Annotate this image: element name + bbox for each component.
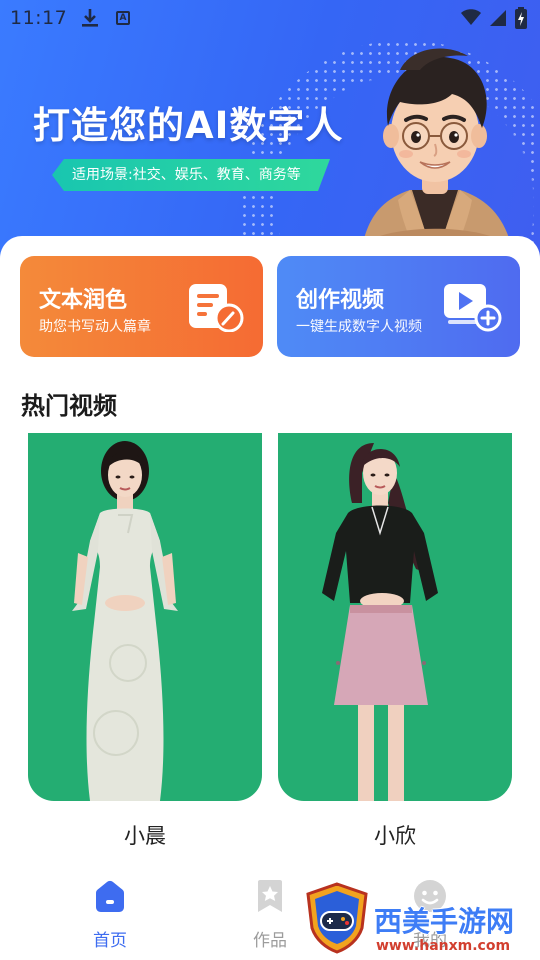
text-polish-subtitle: 助您书写动人篇章 [39, 319, 151, 335]
watermark-text: 西美手游网 [374, 905, 515, 938]
hero-banner[interactable]: 打造您的AI数字人 适用场景:社交、娱乐、教育、商务等 [0, 0, 540, 262]
status-right-icons [460, 6, 528, 30]
avatar-figure-xiaoxin [322, 443, 438, 801]
tab-home-label: 首页 [93, 931, 127, 951]
tab-works[interactable]: 作品 [230, 878, 310, 951]
text-polish-card[interactable]: 文本润色 助您书写动人篇章 [20, 256, 263, 357]
video-name-xiaochen: 小晨 [124, 824, 166, 848]
home-icon [96, 880, 124, 912]
tab-home[interactable]: 首页 [70, 878, 150, 951]
watermark-url: www.hanxm.com [376, 938, 511, 954]
star-bookmark-icon [258, 880, 282, 912]
cell-signal-icon [490, 10, 506, 26]
create-video-subtitle: 一键生成数字人视频 [296, 319, 422, 335]
digital-human-avatar-illustration [360, 48, 515, 262]
video-card-xiaoxin[interactable] [278, 433, 512, 801]
tab-works-label: 作品 [253, 931, 287, 951]
status-bar: 11:17 A [0, 0, 540, 36]
create-video-card[interactable]: 创作视频 一键生成数字人视频 [277, 256, 520, 357]
wifi-icon [461, 9, 481, 25]
watermark-shield-logo [306, 882, 368, 954]
create-video-title: 创作视频 [296, 288, 385, 313]
battery-charging-icon [515, 7, 527, 29]
site-watermark: 西美手游网 www.hanxm.com [302, 880, 538, 958]
video-add-icon [444, 284, 502, 332]
avatar-figure-xiaochen [72, 441, 178, 801]
video-card-xiaochen[interactable] [28, 433, 262, 801]
hot-videos-heading: 热门视频 [21, 392, 117, 420]
video-name-xiaoxin: 小欣 [374, 824, 416, 848]
download-icon [82, 9, 98, 27]
document-edit-icon [189, 284, 244, 332]
accessibility-a-icon: A [116, 11, 130, 25]
banner-title: 打造您的AI数字人 [33, 104, 344, 147]
banner-scenario-tag: 适用场景:社交、娱乐、教育、商务等 [52, 159, 330, 191]
text-polish-title: 文本润色 [39, 288, 128, 313]
status-time: 11:17 [10, 7, 68, 29]
